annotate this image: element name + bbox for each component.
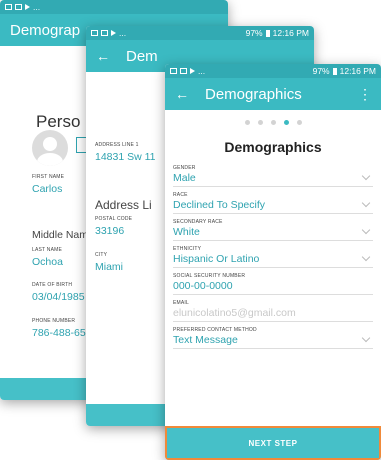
step-progress-indicator xyxy=(165,120,381,125)
status-bar: ... 97% 12:16 PM xyxy=(165,64,381,78)
dropdown-field-secondary-race[interactable]: SECONDARY RACE White xyxy=(173,219,373,241)
play-icon xyxy=(111,30,116,36)
play-icon xyxy=(190,68,195,74)
last-name-value: Ochoa xyxy=(32,256,63,268)
image-icon xyxy=(101,30,108,36)
status-bar: ... xyxy=(0,0,228,14)
phone-number-label: PHONE NUMBER xyxy=(32,318,76,324)
text-field-social-security-number[interactable]: SOCIAL SECURITY NUMBER 000-00-0000 xyxy=(173,273,373,295)
address-line2-placeholder[interactable]: Address Li xyxy=(95,198,152,212)
dropdown-field-preferred-contact-method[interactable]: PREFERRED CONTACT METHOD Text Message xyxy=(173,327,373,349)
clock: 12:16 PM xyxy=(272,28,309,38)
image-icon xyxy=(180,68,187,74)
dropdown-field-race[interactable]: RACE Declined To Specify xyxy=(173,192,373,214)
address-line1-value: 14831 Sw 11 xyxy=(95,151,156,163)
status-ellipsis: ... xyxy=(119,28,127,38)
demographics-form: GENDER Male RACE Declined To Specify SECONDA… xyxy=(165,165,381,349)
last-name-field[interactable]: LAST NAME Ochoa xyxy=(32,247,92,268)
battery-level: 97% xyxy=(312,66,330,76)
city-field[interactable]: CITY Miami xyxy=(95,252,175,273)
app-title: Dem xyxy=(126,47,158,65)
postal-code-field[interactable]: POSTAL CODE 33196 xyxy=(95,216,175,237)
dob-field[interactable]: DATE OF BIRTH 03/04/1985 xyxy=(32,282,92,303)
field-row[interactable]: elunicolatino5@gmail.com xyxy=(173,306,373,322)
app-bar: ← Demographics ⋮ xyxy=(165,78,381,110)
battery-icon xyxy=(332,67,337,75)
first-name-value: Carlos xyxy=(32,183,63,195)
address-line1-field[interactable]: ADDRESS LINE 1 14831 Sw 11 xyxy=(95,142,175,163)
city-value: Miami xyxy=(95,261,123,273)
postal-code-value: 33196 xyxy=(95,225,125,237)
overflow-menu-icon[interactable]: ⋮ xyxy=(358,86,372,103)
address-line1-label: ADDRESS LINE 1 xyxy=(95,142,139,148)
dropdown-field-ethnicity[interactable]: ETHNICITY Hispanic Or Latino xyxy=(173,246,373,268)
status-ellipsis: ... xyxy=(33,2,41,12)
play-icon xyxy=(25,4,30,10)
field-value: White xyxy=(173,226,200,238)
next-step-button[interactable]: NEXT STEP xyxy=(165,426,381,460)
field-value: elunicolatino5@gmail.com xyxy=(173,307,296,319)
field-row[interactable]: Text Message xyxy=(173,333,373,349)
phone-number-value: 786-488-65 xyxy=(32,327,86,339)
phone-number-field[interactable]: PHONE NUMBER 786-488-65 xyxy=(32,318,92,339)
gallery-icon xyxy=(91,30,98,36)
battery-icon xyxy=(265,29,270,37)
chevron-down-icon[interactable] xyxy=(361,252,371,262)
progress-dot xyxy=(257,120,263,125)
field-row[interactable]: White xyxy=(173,225,373,241)
chevron-down-icon[interactable] xyxy=(361,333,371,343)
clock: 12:16 PM xyxy=(339,66,376,76)
chevron-down-icon[interactable] xyxy=(361,171,371,181)
middle-name-placeholder: Middle Nam xyxy=(32,229,89,241)
first-name-label: FIRST NAME xyxy=(32,174,65,180)
chevron-down-icon[interactable] xyxy=(361,225,371,235)
field-value: Text Message xyxy=(173,334,238,346)
battery-level: 97% xyxy=(245,28,263,38)
dropdown-field-gender[interactable]: GENDER Male xyxy=(173,165,373,187)
progress-dot xyxy=(244,120,250,125)
first-name-field[interactable]: FIRST NAME Carlos xyxy=(32,174,92,195)
last-name-label: LAST NAME xyxy=(32,247,63,253)
progress-dot xyxy=(270,120,276,125)
progress-dot xyxy=(283,120,289,125)
image-icon xyxy=(15,4,22,10)
field-row[interactable]: Declined To Specify xyxy=(173,198,373,214)
field-value: 000-00-0000 xyxy=(173,280,233,292)
middle-name-field[interactable]: Middle Nam xyxy=(32,226,92,241)
back-arrow-icon[interactable]: ← xyxy=(175,86,189,102)
status-ellipsis: ... xyxy=(198,66,206,76)
page-heading: Demographics xyxy=(224,139,322,155)
progress-dot xyxy=(296,120,302,125)
gallery-icon xyxy=(170,68,177,74)
chevron-down-icon[interactable] xyxy=(361,198,371,208)
back-arrow-icon[interactable]: ← xyxy=(96,48,110,64)
gallery-icon xyxy=(5,4,12,10)
field-value: Hispanic Or Latino xyxy=(173,253,260,265)
text-field-email[interactable]: EMAIL elunicolatino5@gmail.com xyxy=(173,300,373,322)
status-bar: ... 97% 12:16 PM xyxy=(86,26,314,40)
field-row[interactable]: Male xyxy=(173,171,373,187)
postal-code-label: POSTAL CODE xyxy=(95,216,133,222)
avatar-placeholder-icon[interactable] xyxy=(32,130,68,166)
phone-screen-demographics: ... 97% 12:16 PM ← Demographics ⋮ Demogra… xyxy=(165,64,381,460)
field-value: Declined To Specify xyxy=(173,199,266,211)
field-row[interactable]: 000-00-0000 xyxy=(173,279,373,295)
city-label: CITY xyxy=(95,252,108,258)
section-title: Perso xyxy=(36,112,81,131)
dob-value: 03/04/1985 xyxy=(32,291,85,303)
field-row[interactable]: Hispanic Or Latino xyxy=(173,252,373,268)
dob-label: DATE OF BIRTH xyxy=(32,282,73,288)
field-value: Male xyxy=(173,172,196,184)
app-title: Demographics xyxy=(205,85,302,103)
